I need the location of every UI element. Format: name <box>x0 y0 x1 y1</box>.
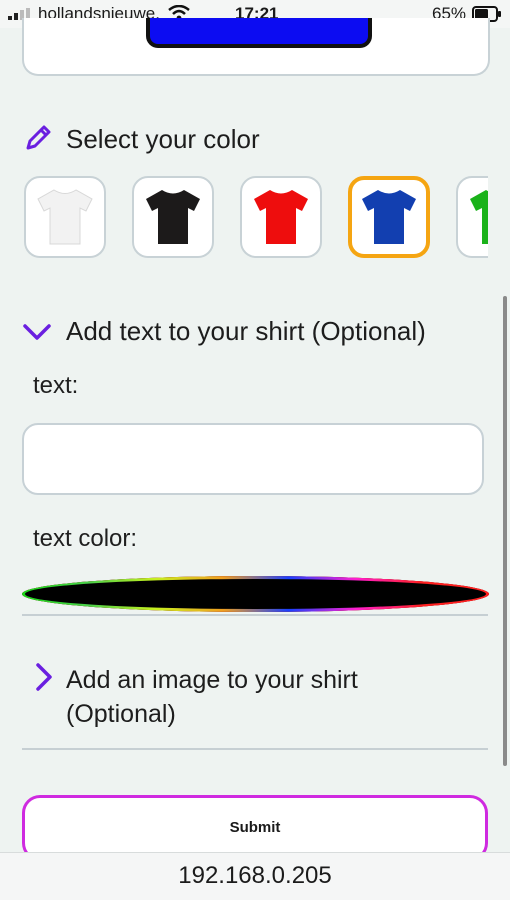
text-color-picker[interactable] <box>22 576 489 612</box>
text-input[interactable] <box>22 423 484 495</box>
green-tshirt-icon <box>470 190 488 244</box>
chevron-down-icon[interactable] <box>22 322 52 342</box>
url-text: 192.168.0.205 <box>178 862 332 889</box>
divider <box>22 748 488 750</box>
chevron-right-icon[interactable] <box>34 662 54 692</box>
black-tshirt-icon <box>146 190 200 244</box>
blue-tshirt-icon <box>362 190 416 244</box>
pencil-icon <box>26 125 51 150</box>
text-label: text: <box>33 372 79 399</box>
add-image-heading-line2: (Optional) <box>66 700 176 728</box>
add-image-heading-line1: Add an image to your shirt <box>66 666 358 694</box>
shirt-option-white[interactable] <box>24 176 106 258</box>
shirt-preview-bar <box>146 18 372 48</box>
shirt-option-red[interactable] <box>240 176 322 258</box>
shirt-option-black[interactable] <box>132 176 214 258</box>
divider <box>22 614 488 616</box>
red-tshirt-icon <box>254 190 308 244</box>
shirt-option-green[interactable] <box>456 176 488 258</box>
add-text-heading[interactable]: Add text to your shirt (Optional) <box>66 316 426 347</box>
select-color-heading: Select your color <box>66 124 260 154</box>
white-tshirt-icon <box>37 189 93 245</box>
scrollbar[interactable] <box>503 296 507 766</box>
add-image-heading[interactable]: Add an image to your shirt (Optional) <box>66 663 358 731</box>
color-picker-swatch[interactable] <box>22 576 489 612</box>
shirt-color-carousel[interactable] <box>22 176 488 264</box>
url-bar[interactable]: 192.168.0.205 <box>0 852 510 900</box>
text-color-label: text color: <box>33 525 138 552</box>
shirt-preview-card <box>22 18 490 76</box>
shirt-option-blue[interactable] <box>348 176 430 258</box>
